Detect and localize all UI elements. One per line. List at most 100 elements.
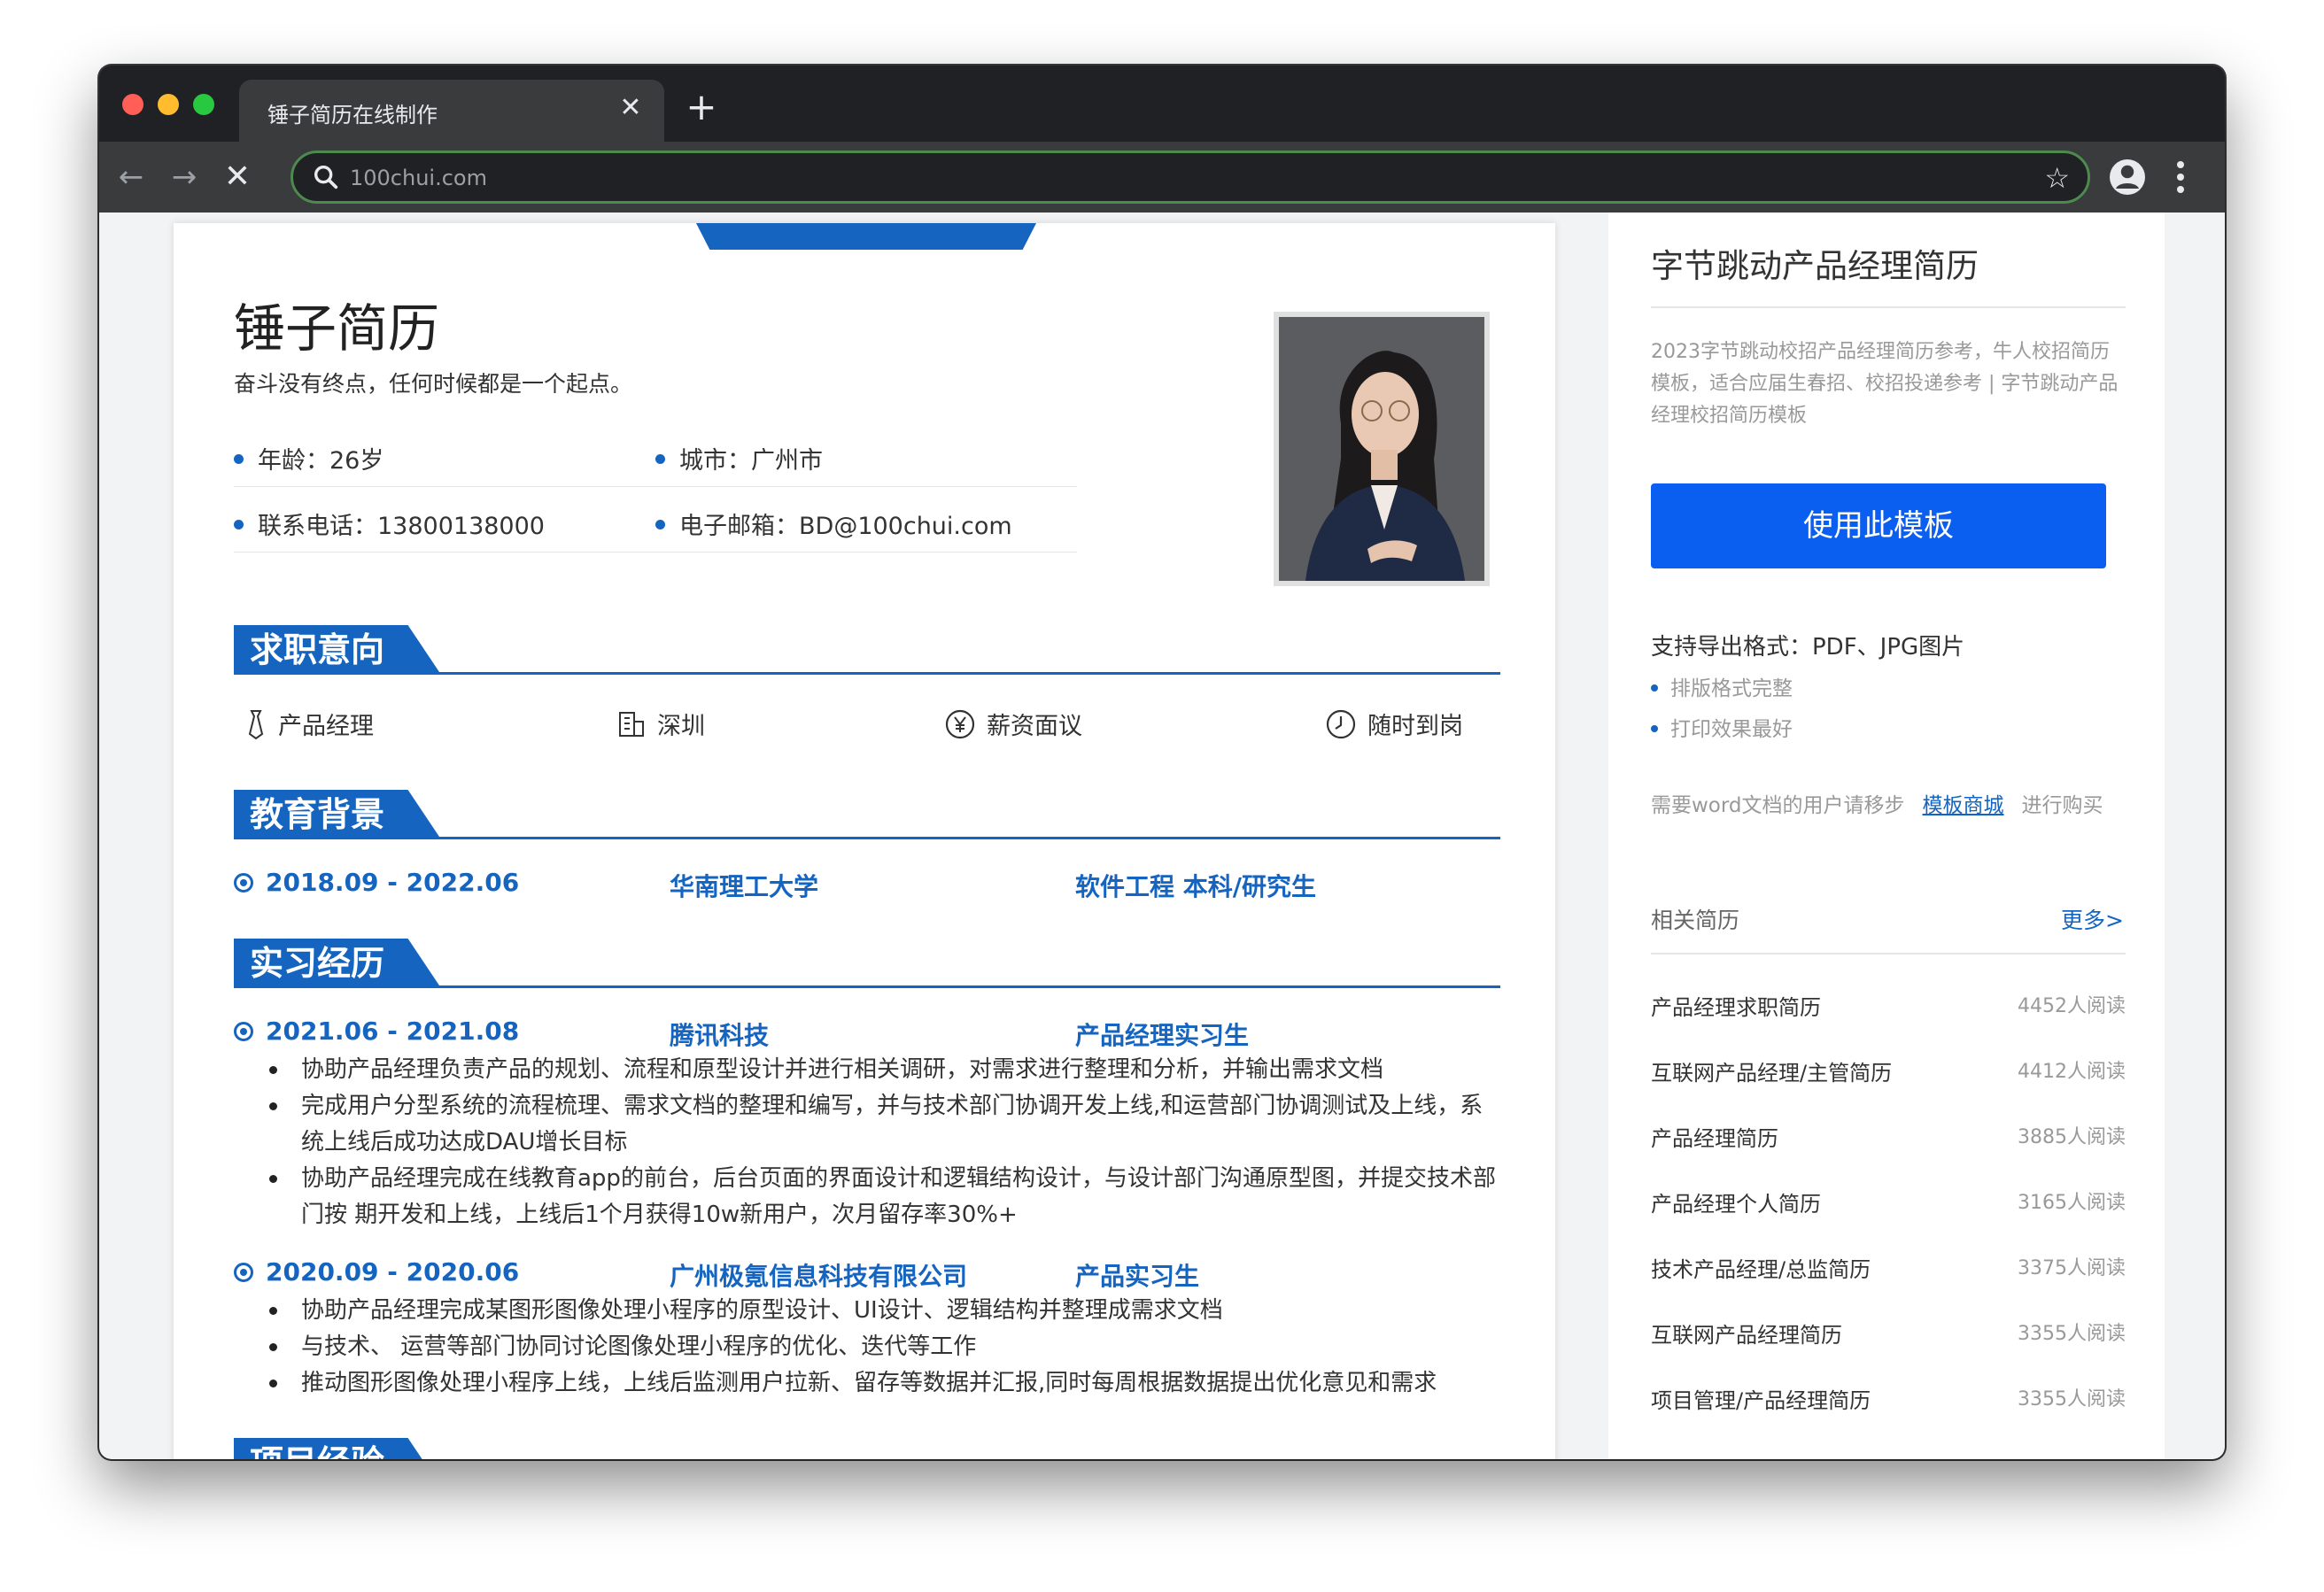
template-sidebar: 字节跳动产品经理简历 2023字节跳动校招产品经理简历参考，牛人校招简历模板，适…	[1608, 213, 2165, 1459]
resume-top-decoration	[696, 223, 1036, 250]
intent-availability-label: 随时到岗	[1367, 713, 1463, 740]
related-item[interactable]: 互联网产品经理简历 3355人阅读	[1651, 1318, 2126, 1353]
back-arrow-icon[interactable]: ←	[112, 158, 151, 197]
resume-preview: 锤子简历 奋斗没有终点，任何时候都是一个起点。 年龄：26岁 城市：广州市 联系…	[174, 223, 1555, 1459]
section-education: 教育背景	[234, 790, 1500, 839]
list-item: 完成用户分型系统的流程梳理、需求文档的整理和编写，并与技术部门协调开发上线,和运…	[269, 1088, 1500, 1161]
address-bar[interactable]: 100chui.com ☆	[290, 151, 2090, 204]
tab-close-icon[interactable]: ✕	[615, 92, 647, 124]
profile-avatar-icon[interactable]	[2106, 156, 2149, 198]
word-note: 需要word文档的用户请移步 模板商城 进行购买	[1651, 788, 2103, 818]
read-count: 3375人阅读	[2018, 1257, 2126, 1279]
section-project: 项目经验	[234, 1438, 1500, 1459]
list-item: 协助产品经理完成某图形图像处理小程序的原型设计、UI设计、逻辑结构并整理成需求文…	[269, 1293, 1500, 1329]
section-title: 教育背景	[234, 790, 442, 839]
intent-city: 深圳	[616, 707, 705, 741]
search-icon	[314, 165, 338, 189]
feature-item: 打印效果最好	[1651, 712, 1793, 742]
info-age: 年龄：26岁	[234, 441, 383, 475]
related-item[interactable]: 产品经理简历 3885人阅读	[1651, 1121, 2126, 1156]
intent-city-label: 深圳	[657, 713, 705, 740]
section-title: 求职意向	[234, 625, 442, 675]
note-prefix: 需要word文档的用户请移步	[1651, 794, 1905, 817]
list-item: 与技术、 运营等部门协同讨论图像处理小程序的优化、迭代等工作	[269, 1329, 1500, 1365]
related-item[interactable]: 产品经理求职简历 4452人阅读	[1651, 990, 2126, 1025]
related-item[interactable]: 项目管理/产品经理简历 3355人阅读	[1651, 1383, 2126, 1418]
intent-position: 产品经理	[244, 707, 374, 741]
internship-role: 产品实习生	[1075, 1262, 1200, 1291]
template-title: 字节跳动产品经理简历	[1651, 247, 1979, 285]
read-count: 3355人阅读	[2018, 1388, 2126, 1410]
info-row: 年龄：26岁 城市：广州市	[234, 423, 1077, 487]
section-internship: 实习经历	[234, 939, 1500, 988]
bookmark-star-icon[interactable]: ☆	[2044, 160, 2070, 196]
internship-duties: 协助产品经理完成某图形图像处理小程序的原型设计、UI设计、逻辑结构并整理成需求文…	[269, 1293, 1500, 1402]
radio-bullet-icon	[234, 873, 253, 893]
export-formats: 支持导出格式：PDF、JPG图片	[1651, 634, 1965, 661]
education-school: 华南理工大学	[670, 872, 819, 901]
divider	[1651, 306, 2126, 308]
internship-entry: 2020.09 - 2020.06 广州极氪信息科技有限公司 产品实习生	[234, 1257, 1500, 1293]
related-item[interactable]: 产品经理个人简历 3165人阅读	[1651, 1186, 2126, 1222]
read-count: 3165人阅读	[2018, 1192, 2126, 1214]
related-title: 相关简历	[1651, 908, 1740, 933]
list-item: 推动图形图像处理小程序上线，上线后监测用户拉新、留存等数据并汇报,同时每周根据数…	[269, 1365, 1500, 1402]
template-description: 2023字节跳动校招产品经理简历参考，牛人校招简历模板，适合应届生春招、校招投递…	[1651, 341, 2119, 427]
section-title: 实习经历	[234, 939, 442, 988]
use-template-button[interactable]: 使用此模板	[1651, 483, 2106, 568]
resume-motto: 奋斗没有终点，任何时候都是一个起点。	[234, 371, 633, 397]
radio-bullet-icon	[234, 1022, 253, 1041]
new-tab-icon[interactable]: +	[684, 89, 719, 126]
education-entry: 2018.09 - 2022.06 华南理工大学 软件工程 本科/研究生	[234, 868, 1500, 903]
intent-salary: 薪资面议	[944, 707, 1082, 741]
internship-duties: 协助产品经理负责产品的规划、流程和原型设计并进行相关调研，对需求进行整理和分析，…	[269, 1052, 1500, 1233]
read-count: 3885人阅读	[2018, 1126, 2126, 1148]
info-phone: 联系电话：13800138000	[234, 506, 545, 541]
list-item: 协助产品经理负责产品的规划、流程和原型设计并进行相关调研，对需求进行整理和分析，…	[269, 1052, 1500, 1088]
section-title: 项目经验	[234, 1438, 442, 1459]
read-count: 3355人阅读	[2018, 1323, 2126, 1345]
section-intent: 求职意向	[234, 625, 1500, 675]
profile-photo	[1274, 312, 1490, 586]
feature-item: 排版格式完整	[1651, 671, 1793, 701]
browser-tab[interactable]: 锤子简历在线制作 ✕	[239, 80, 664, 142]
building-icon	[619, 711, 644, 737]
clock-icon	[1326, 709, 1356, 738]
read-count: 4412人阅读	[2018, 1061, 2126, 1083]
more-link[interactable]: 更多>	[2061, 903, 2124, 935]
info-email: 电子邮箱：BD@100chui.com	[655, 506, 1012, 541]
internship-role: 产品经理实习生	[1075, 1021, 1250, 1050]
internship-entry: 2021.06 - 2021.08 腾讯科技 产品经理实习生	[234, 1016, 1500, 1052]
related-item[interactable]: 互联网产品经理/主管简历 4412人阅读	[1651, 1055, 2126, 1091]
forward-arrow-icon[interactable]: →	[165, 158, 204, 197]
template-store-link[interactable]: 模板商城	[1923, 794, 2004, 817]
note-suffix: 进行购买	[2021, 794, 2103, 817]
browser-toolbar: ← → ✕ 100chui.com ☆	[99, 142, 2225, 213]
radio-bullet-icon	[234, 1263, 253, 1282]
minimize-window-button[interactable]	[158, 94, 179, 115]
read-count: 4452人阅读	[2018, 995, 2126, 1017]
education-period: 2018.09 - 2022.06	[234, 868, 519, 897]
info-city: 城市：广州市	[655, 441, 823, 475]
stop-loading-icon[interactable]: ✕	[218, 158, 257, 197]
internship-period: 2020.09 - 2020.06	[234, 1257, 519, 1287]
internship-company: 广州极氪信息科技有限公司	[670, 1262, 968, 1291]
divider	[1651, 953, 2126, 954]
kebab-menu-icon[interactable]	[2159, 156, 2202, 198]
intent-position-label: 产品经理	[278, 713, 374, 740]
resume-name: 锤子简历	[234, 298, 440, 359]
maximize-window-button[interactable]	[193, 94, 214, 115]
portrait-image	[1279, 317, 1484, 581]
close-window-button[interactable]	[122, 94, 143, 115]
tab-title: 锤子简历在线制作	[267, 103, 438, 128]
intent-availability: 随时到岗	[1325, 707, 1463, 741]
page-viewport[interactable]: 锤子简历 奋斗没有终点，任何时候都是一个起点。 年龄：26岁 城市：广州市 联系…	[99, 213, 2225, 1459]
yen-circle-icon	[945, 709, 975, 738]
tab-strip: 锤子简历在线制作 ✕ +	[99, 66, 2225, 142]
info-row: 联系电话：13800138000 电子邮箱：BD@100chui.com	[234, 489, 1077, 553]
address-url: 100chui.com	[350, 166, 487, 190]
internship-company: 腾讯科技	[670, 1021, 770, 1050]
list-item: 协助产品经理完成在线教育app的前台，后台页面的界面设计和逻辑结构设计，与设计部…	[269, 1161, 1500, 1233]
related-item[interactable]: 技术产品经理/总监简历 3375人阅读	[1651, 1252, 2126, 1287]
internship-period: 2021.06 - 2021.08	[234, 1016, 519, 1046]
